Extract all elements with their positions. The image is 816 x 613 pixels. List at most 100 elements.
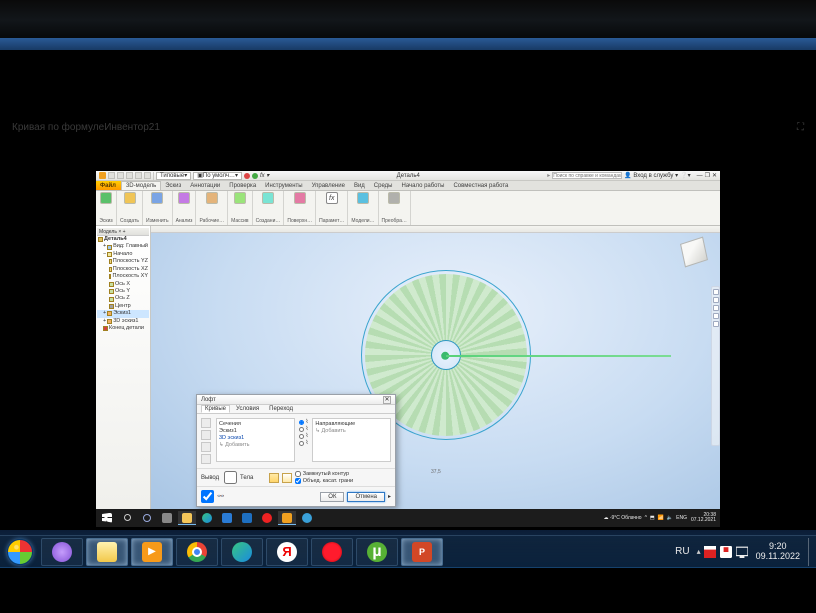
qat-save-icon[interactable] bbox=[126, 172, 133, 179]
action-center-icon[interactable] bbox=[720, 546, 732, 558]
analysis-button[interactable] bbox=[177, 192, 191, 210]
tab-tools[interactable]: Инструменты bbox=[261, 181, 307, 190]
pan-icon[interactable] bbox=[713, 305, 719, 311]
opera-taskbar-icon[interactable] bbox=[311, 538, 353, 566]
tray-lang[interactable]: ENG bbox=[676, 515, 687, 521]
appearance-dropdown[interactable]: ▣ По умолч… ▾ bbox=[193, 172, 242, 180]
help-icon[interactable]: ❔▾ bbox=[680, 172, 690, 179]
store-icon[interactable] bbox=[218, 511, 236, 525]
pattern-button[interactable] bbox=[233, 192, 247, 210]
surface-button[interactable] bbox=[293, 192, 307, 210]
work-features-button[interactable] bbox=[205, 192, 219, 210]
tab-sketch[interactable]: Эскиз bbox=[161, 181, 186, 190]
tree-node[interactable]: Ось Y bbox=[97, 288, 149, 295]
simulate-button[interactable] bbox=[356, 192, 370, 210]
outer-clock[interactable]: 9:2009.11.2022 bbox=[751, 542, 805, 562]
select-mode-icon[interactable] bbox=[201, 442, 211, 452]
taskbar-app[interactable] bbox=[41, 538, 83, 566]
fx-icon[interactable]: fx ▾ bbox=[260, 172, 269, 179]
signin-link[interactable]: 👤 Вход в службу ▾ bbox=[624, 172, 678, 179]
tree-node-3dsketch1[interactable]: +3D эскиз1 bbox=[97, 318, 149, 325]
edge-taskbar-icon[interactable] bbox=[221, 538, 263, 566]
explorer-icon[interactable] bbox=[178, 511, 196, 525]
network-icon[interactable] bbox=[736, 546, 748, 558]
tab-env[interactable]: Среды bbox=[370, 181, 398, 190]
tree-node[interactable]: −Начало bbox=[97, 251, 149, 258]
taskview-icon[interactable] bbox=[158, 511, 176, 525]
video-expand-icon[interactable]: ⛶ bbox=[797, 122, 804, 133]
tree-node[interactable]: Центр bbox=[97, 303, 149, 310]
edge-icon[interactable] bbox=[198, 511, 216, 525]
merge-tangent-checkbox[interactable]: Объед. касат. грани bbox=[295, 478, 353, 484]
start-button[interactable] bbox=[98, 511, 116, 525]
rail-radio[interactable]: ⌇ bbox=[299, 426, 309, 432]
select-mode-icon[interactable] bbox=[201, 454, 211, 464]
cortana-icon[interactable] bbox=[138, 511, 156, 525]
mail-icon[interactable] bbox=[238, 511, 256, 525]
viewcube[interactable] bbox=[680, 237, 708, 268]
cancel-button[interactable]: Отмена bbox=[347, 492, 385, 502]
viewport[interactable]: 37,5 Лофт ✕ Кривые Условия Переход bbox=[151, 226, 720, 509]
tree-node[interactable]: Плоскость YZ bbox=[97, 258, 149, 265]
section-item[interactable]: Эскиз1 bbox=[219, 428, 292, 435]
tab-annotate[interactable]: Аннотации bbox=[186, 181, 225, 190]
player-taskbar-icon[interactable]: ▶ bbox=[131, 538, 173, 566]
inv-min-icon[interactable]: — bbox=[697, 173, 703, 179]
output-surface-button[interactable] bbox=[282, 473, 292, 483]
add-section-link[interactable]: ↳ Добавить bbox=[219, 442, 292, 449]
tab-manage[interactable]: Управление bbox=[308, 181, 350, 190]
tree-node[interactable]: Плоскость XY bbox=[97, 273, 149, 280]
lookat-icon[interactable] bbox=[713, 321, 719, 327]
help-search-input[interactable] bbox=[552, 172, 622, 179]
closed-loop-checkbox[interactable]: Замкнутый контур bbox=[295, 471, 353, 477]
output-solid-button[interactable] bbox=[269, 473, 279, 483]
tab-inspect[interactable]: Проверка bbox=[225, 181, 261, 190]
tab-file[interactable]: Файл bbox=[96, 181, 121, 190]
tray-volume-icon[interactable]: 🔈 bbox=[667, 515, 673, 521]
qat-undo-icon[interactable] bbox=[135, 172, 142, 179]
parameters-button[interactable]: fx bbox=[325, 192, 339, 210]
yandex-taskbar-icon[interactable]: Я bbox=[266, 538, 308, 566]
select-mode-icon[interactable] bbox=[201, 430, 211, 440]
tray-wifi-icon[interactable]: 📶 bbox=[658, 515, 664, 521]
rail-radio[interactable]: ⌇ bbox=[299, 419, 309, 425]
explorer-taskbar-icon[interactable] bbox=[86, 538, 128, 566]
qat-new-icon[interactable] bbox=[108, 172, 115, 179]
tab-3d-model[interactable]: 3D-модель bbox=[121, 181, 161, 190]
freeform-button[interactable] bbox=[261, 192, 275, 210]
model-browser[interactable]: Модель × + Деталь4 +Вид: Главный −Начало… bbox=[96, 226, 151, 509]
opera-icon[interactable] bbox=[258, 511, 276, 525]
tab-getstarted[interactable]: Начало работы bbox=[398, 181, 450, 190]
utorrent-taskbar-icon[interactable]: µ bbox=[356, 538, 398, 566]
modify-button[interactable] bbox=[150, 192, 164, 210]
dialog-tab-curves[interactable]: Кривые bbox=[201, 405, 230, 413]
chrome-taskbar-icon[interactable] bbox=[176, 538, 218, 566]
create-button[interactable] bbox=[123, 192, 137, 210]
search-icon[interactable] bbox=[118, 511, 136, 525]
powerpoint-taskbar-icon[interactable]: P bbox=[401, 538, 443, 566]
tree-node-end[interactable]: Конец детали bbox=[97, 325, 149, 332]
start-button[interactable] bbox=[2, 537, 38, 567]
ok-button[interactable]: ОК bbox=[320, 492, 344, 502]
dialog-close-button[interactable]: ✕ bbox=[383, 396, 391, 404]
rail-radio[interactable]: ⌇ bbox=[299, 433, 309, 439]
nav-bar[interactable] bbox=[711, 286, 720, 446]
convert-button[interactable] bbox=[387, 192, 401, 210]
orbit-icon[interactable] bbox=[713, 297, 719, 303]
tree-node[interactable]: Ось Z bbox=[97, 295, 149, 302]
solids-checkbox[interactable] bbox=[224, 471, 237, 484]
tray-chevron-icon[interactable]: ▴ bbox=[697, 547, 701, 556]
material-swatch-icon[interactable] bbox=[244, 173, 250, 179]
tab-view[interactable]: Вид bbox=[350, 181, 370, 190]
tree-node[interactable]: Ось X bbox=[97, 281, 149, 288]
preview-checkbox[interactable] bbox=[201, 490, 214, 503]
inv-close-icon[interactable]: ✕ bbox=[712, 172, 717, 179]
inv-max-icon[interactable]: ❐ bbox=[705, 172, 710, 179]
sketch-button[interactable] bbox=[99, 192, 113, 210]
home-icon[interactable] bbox=[713, 289, 719, 295]
language-indicator[interactable]: RU bbox=[671, 546, 693, 557]
tray-icon[interactable]: ⬒ bbox=[650, 515, 655, 521]
tree-root[interactable]: Деталь4 bbox=[97, 236, 149, 243]
show-desktop-button[interactable] bbox=[808, 538, 814, 566]
dialog-tab-conditions[interactable]: Условия bbox=[232, 405, 263, 413]
